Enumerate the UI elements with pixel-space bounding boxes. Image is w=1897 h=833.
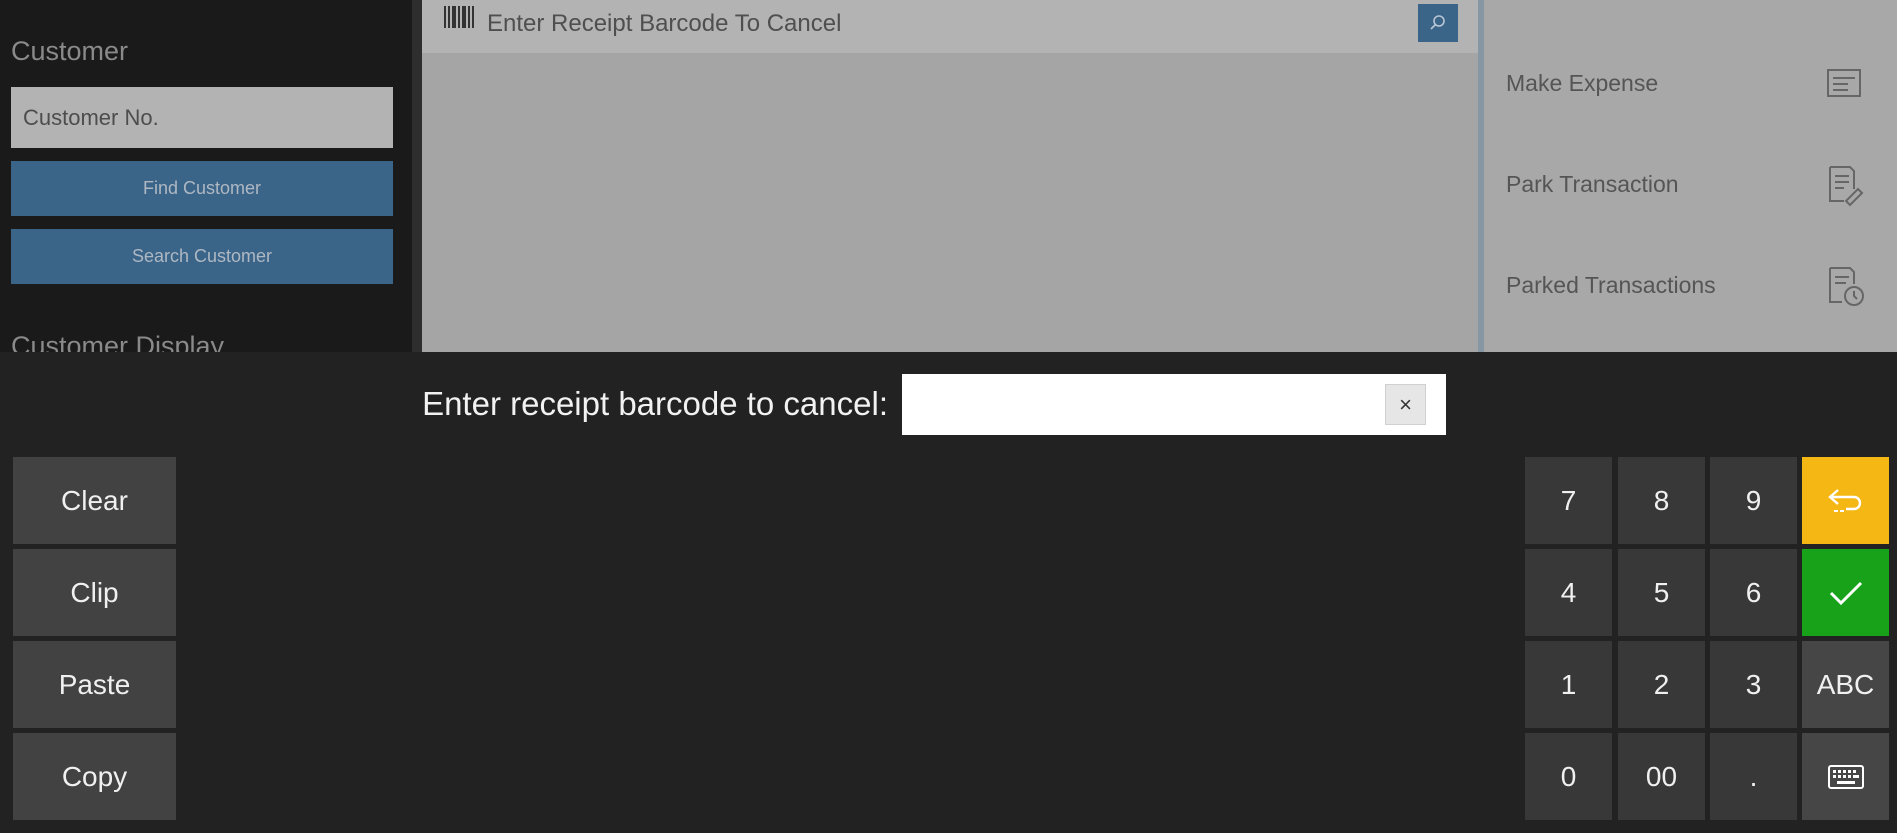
park-transaction-label: Park Transaction (1506, 171, 1679, 197)
receipt-barcode-placeholder: Enter Receipt Barcode To Cancel (487, 10, 842, 37)
park-transaction-icon (1829, 166, 1864, 207)
find-customer-button[interactable]: Find Customer (11, 161, 393, 216)
copy-button[interactable]: Copy (13, 733, 176, 820)
paste-button[interactable]: Paste (13, 641, 176, 728)
actions-panel: Make Expense Park Transaction Parked Tra… (1484, 0, 1897, 352)
clip-button[interactable]: Clip (13, 549, 176, 636)
key-00[interactable]: 00 (1618, 733, 1705, 820)
background-screen: Customer Find Customer Search Customer C… (0, 0, 1897, 352)
barcode-search-button[interactable] (1418, 4, 1458, 42)
parked-transactions-icon (1829, 267, 1864, 306)
customer-title: Customer (11, 36, 129, 66)
key-9[interactable]: 9 (1710, 457, 1797, 544)
transaction-panel: Enter Receipt Barcode To Cancel (422, 0, 1478, 352)
back-button[interactable] (1802, 457, 1889, 544)
abc-button[interactable]: ABC (1802, 641, 1889, 728)
customer-number-input[interactable] (11, 87, 393, 148)
parked-transactions-label: Parked Transactions (1506, 272, 1716, 298)
search-icon (1430, 15, 1445, 30)
confirm-button[interactable] (1802, 549, 1889, 636)
return-arrow-icon (1827, 488, 1861, 512)
park-transaction-button[interactable]: Park Transaction (1506, 155, 1876, 215)
barcode-icon (444, 6, 474, 28)
left-divider (412, 0, 422, 352)
expense-icon (1827, 69, 1861, 97)
clear-input-button[interactable]: × (1385, 384, 1426, 425)
keyboard-prompt: Enter receipt barcode to cancel: (422, 385, 888, 422)
key-4[interactable]: 4 (1525, 549, 1612, 636)
key-8[interactable]: 8 (1618, 457, 1705, 544)
customer-display-title: Customer Display (11, 331, 225, 352)
key-2[interactable]: 2 (1618, 641, 1705, 728)
make-expense-button[interactable]: Make Expense (1506, 54, 1876, 114)
keyboard-icon (1827, 764, 1864, 789)
key-5[interactable]: 5 (1618, 549, 1705, 636)
key-decimal[interactable]: . (1710, 733, 1797, 820)
on-screen-keyboard: Enter receipt barcode to cancel: × Clear… (0, 352, 1897, 833)
parked-transactions-button[interactable]: Parked Transactions (1506, 256, 1876, 316)
keyboard-toggle-button[interactable] (1802, 733, 1889, 820)
keyboard-input-box: × (902, 374, 1446, 435)
checkmark-icon (1829, 581, 1862, 605)
key-7[interactable]: 7 (1525, 457, 1612, 544)
clear-button[interactable]: Clear (13, 457, 176, 544)
key-1[interactable]: 1 (1525, 641, 1612, 728)
key-0[interactable]: 0 (1525, 733, 1612, 820)
receipt-barcode-input[interactable] (902, 374, 1372, 435)
search-customer-button[interactable]: Search Customer (11, 229, 393, 284)
receipt-barcode-bar[interactable]: Enter Receipt Barcode To Cancel (422, 0, 1478, 53)
make-expense-label: Make Expense (1506, 70, 1659, 96)
key-3[interactable]: 3 (1710, 641, 1797, 728)
key-6[interactable]: 6 (1710, 549, 1797, 636)
customer-panel: Customer Find Customer Search Customer C… (0, 0, 412, 352)
